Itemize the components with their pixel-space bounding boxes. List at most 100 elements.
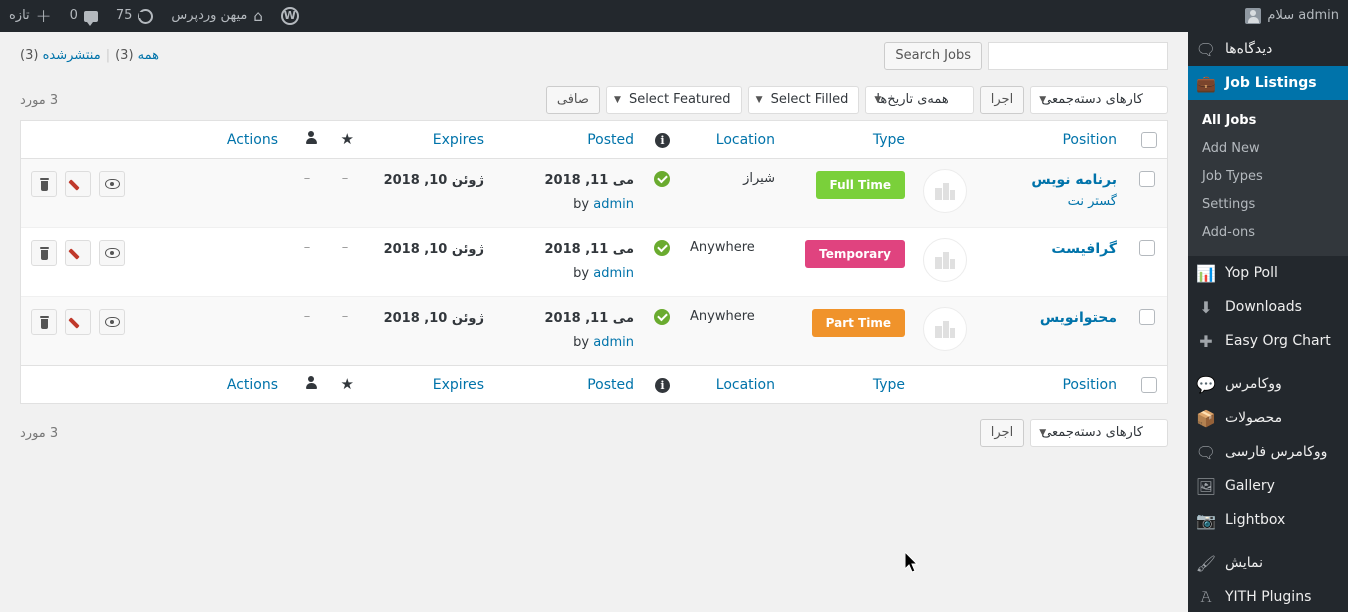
views-separator: | [105, 48, 111, 63]
apply-bulk-button[interactable]: اجرا [979, 86, 1025, 114]
column-header-type[interactable]: Type [785, 121, 915, 159]
posted-date: می 11, 2018 [544, 173, 634, 188]
sidebar-item-job-listings[interactable]: Job Listings 💼 [1180, 66, 1348, 100]
column-header-position[interactable]: Position [977, 121, 1127, 159]
ab-updates[interactable]: 75 [107, 0, 163, 32]
bulk-actions-select-bottom[interactable]: ▼ کارهای دسته‌جمعی [1030, 419, 1168, 447]
view-button[interactable] [99, 309, 126, 335]
search-jobs-button[interactable]: Search Jobs [884, 42, 982, 70]
tablenav-bottom: ▼ کارهای دسته‌جمعی اجرا 3 مورد [20, 416, 1168, 450]
tablenav-top: ▼ کارهای دسته‌جمعی اجرا ▼ همه‌ی تاریخ‌ها… [20, 83, 1168, 117]
view-published-link[interactable]: منتشرشده (3) [20, 48, 101, 63]
featured-value: – [341, 171, 349, 186]
column-header-location[interactable]: Location [680, 121, 785, 159]
date-filter-select[interactable]: ▼ همه‌ی تاریخ‌ها [865, 86, 974, 114]
featured-cell: – [326, 159, 364, 228]
column-footer-featured: ★ [326, 365, 364, 403]
ab-site-name[interactable]: ⌂ میهن وردپرس [162, 0, 271, 32]
job-type-badge: Full Time [815, 171, 905, 199]
edit-button[interactable] [65, 171, 92, 197]
menu-divider [1188, 537, 1348, 546]
filled-info-icon: i [655, 377, 670, 393]
post-author-link[interactable]: admin [593, 335, 634, 350]
column-footer-expires[interactable]: Expires [364, 365, 494, 403]
trash-icon [39, 315, 50, 329]
company-logo-placeholder [923, 169, 967, 213]
job-title-link[interactable]: گرافیست [987, 240, 1117, 259]
sidebar-item-lightbox[interactable]: Lightbox 📷 [1188, 503, 1348, 537]
column-footer-posted[interactable]: Posted [494, 365, 644, 403]
sidebar-item-add-new[interactable]: Add New [1188, 135, 1348, 163]
sidebar-item-appearance[interactable]: نمایش 🖌 [1188, 546, 1348, 580]
ab-my-account[interactable]: سلام admin [1236, 0, 1348, 32]
published-tick-icon [654, 171, 670, 187]
column-header-filled: i [644, 121, 680, 159]
company-logo-cell [915, 228, 977, 297]
filter-button[interactable]: صافی [545, 86, 600, 114]
row-checkbox[interactable] [1139, 240, 1155, 256]
bulk-actions-select[interactable]: ▼ کارهای دسته‌جمعی [1030, 86, 1168, 114]
sidebar-item-job-types[interactable]: Job Types [1188, 163, 1348, 191]
row-select-cell [1127, 228, 1167, 297]
column-header-select-all[interactable] [1127, 121, 1167, 159]
expires-cell: ژوئن 10, 2018 [364, 228, 494, 297]
column-footer-select-all[interactable] [1127, 365, 1167, 403]
ab-comments[interactable]: 0 [61, 0, 107, 32]
edit-button[interactable] [65, 240, 92, 266]
delete-button[interactable] [31, 309, 57, 335]
filled-filter-select[interactable]: ▼ Select Filled [747, 86, 860, 114]
sidebar-item-yop-poll[interactable]: Yop Poll 📊 [1188, 256, 1348, 290]
column-footer-location[interactable]: Location [680, 365, 785, 403]
edit-button[interactable] [65, 309, 92, 335]
sidebar-item-yith-plugins[interactable]: YITH Plugins 𝙰 [1188, 580, 1348, 612]
post-author-link[interactable]: admin [593, 197, 634, 212]
select-all-checkbox-footer[interactable] [1141, 376, 1157, 393]
post-author-link[interactable]: admin [593, 266, 634, 281]
sidebar-item-woocommerce-fa[interactable]: ووکامرس فارسی 🗨 [1188, 435, 1348, 469]
ab-wp-logo[interactable] [272, 0, 308, 32]
sidebar-item-downloads[interactable]: Downloads ⬇ [1188, 290, 1348, 324]
posted-date: می 11, 2018 [544, 242, 634, 257]
apply-bulk-button-bottom[interactable]: اجرا [979, 419, 1025, 447]
column-header-posted[interactable]: Posted [494, 121, 644, 159]
search-and-views-row: Search Jobs همه (3) | منتشرشده (3) [20, 42, 1168, 76]
delete-button[interactable] [31, 171, 57, 197]
view-button[interactable] [99, 240, 126, 266]
sidebar-item-gallery[interactable]: Gallery 🖼 [1188, 469, 1348, 503]
job-title-link[interactable]: برنامه نویس [987, 171, 1117, 190]
row-checkbox[interactable] [1139, 171, 1155, 187]
column-footer-position[interactable]: Position [977, 365, 1127, 403]
company-logo-placeholder [923, 238, 967, 282]
view-button[interactable] [99, 171, 126, 197]
sidebar-item-settings[interactable]: Settings [1188, 191, 1348, 219]
select-all-checkbox[interactable] [1141, 131, 1157, 148]
column-header-logo [915, 121, 977, 159]
sidebar-item-label: ووکامرس [1225, 376, 1282, 392]
view-all-link[interactable]: همه (3) [115, 48, 159, 63]
trash-icon [39, 177, 50, 191]
search-input[interactable] [988, 42, 1168, 70]
actions-cell [21, 297, 288, 365]
featured-value: – [341, 240, 349, 255]
sidebar-item-easy-org-chart[interactable]: Easy Org Chart ✚ [1188, 324, 1348, 358]
sidebar-item-products[interactable]: محصولات 📦 [1188, 401, 1348, 435]
eye-icon [104, 248, 120, 258]
sidebar-item-add-ons[interactable]: Add-ons [1188, 219, 1348, 247]
job-title-link[interactable]: محتوانویس [987, 309, 1117, 328]
column-header-expires[interactable]: Expires [364, 121, 494, 159]
row-checkbox[interactable] [1139, 309, 1155, 325]
admin-bar: سلام admin ⌂ میهن وردپرس 75 0 + تازه [0, 0, 1348, 32]
sidebar-item-all-jobs[interactable]: All Jobs [1188, 107, 1348, 135]
woo-icon: 💬 [1196, 374, 1216, 394]
chevron-down-icon: ▼ [874, 95, 882, 105]
job-type-badge: Part Time [811, 309, 905, 337]
woo-fa-icon: 🗨 [1195, 442, 1216, 462]
sidebar-item-woocommerce[interactable]: ووکامرس 💬 [1188, 367, 1348, 401]
featured-filter-select[interactable]: ▼ Select Featured [605, 86, 742, 114]
delete-button[interactable] [31, 240, 57, 266]
ab-new-content[interactable]: + تازه [0, 0, 61, 32]
expires-cell: ژوئن 10, 2018 [364, 297, 494, 365]
sidebar-item-comments[interactable]: دیدگاه‌ها 🗨 [1188, 32, 1348, 66]
column-footer-type[interactable]: Type [785, 365, 915, 403]
column-header-featured: ★ [326, 121, 364, 159]
